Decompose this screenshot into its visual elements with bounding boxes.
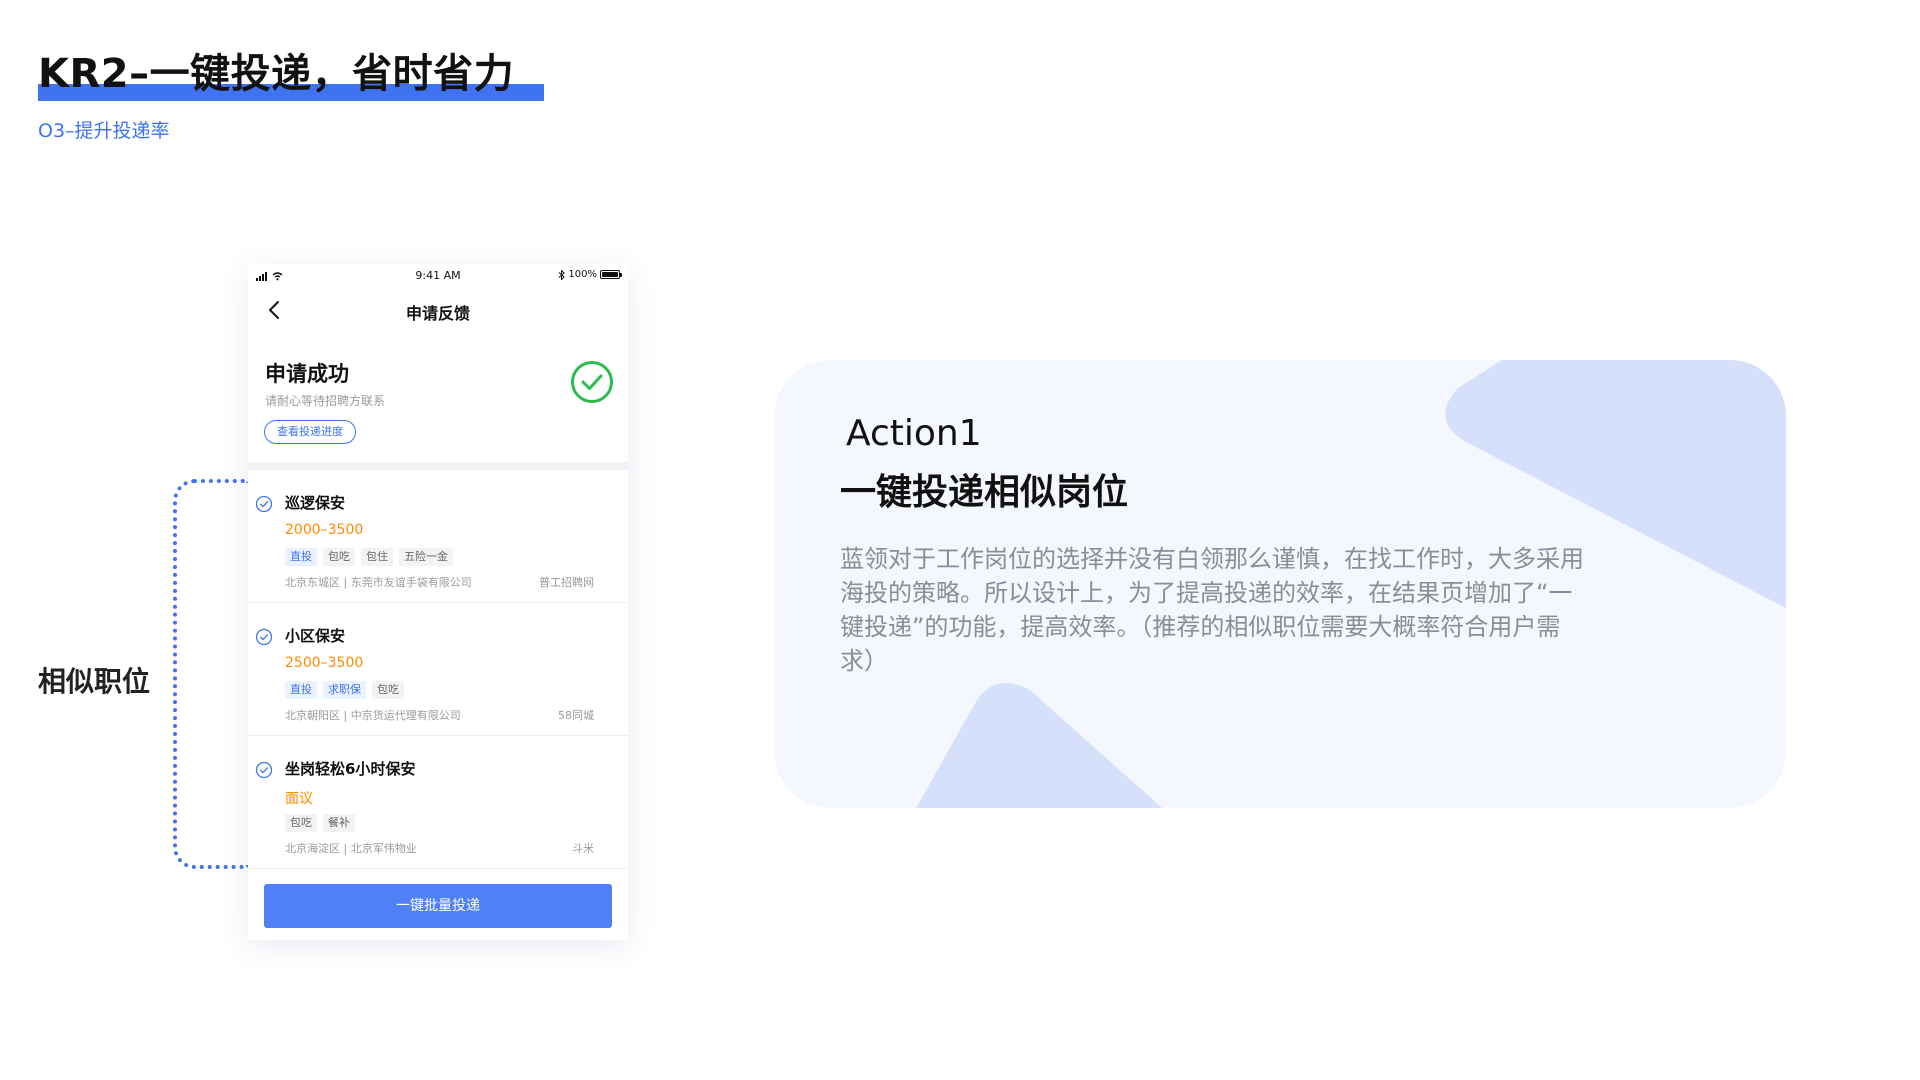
success-title: 申请成功	[265, 362, 349, 386]
job-tag: 包吃	[323, 548, 355, 566]
job-source: 斗米	[572, 842, 594, 855]
job-tag: 直投	[285, 681, 317, 699]
nav-title: 申请反馈	[405, 304, 470, 323]
job-tag: 包吃	[372, 681, 404, 699]
job-tag: 包吃	[285, 814, 317, 832]
job-list-item[interactable]: 坐岗轻松6小时保安面议包吃 餐补北京海淀区 | 北京军伟物业 斗米	[248, 736, 628, 869]
job-tags: 直投 包吃 包住 五险一金	[285, 548, 453, 566]
action-card: Action1 一键投递相似岗位 蓝领对于工作岗位的选择并没有白领那么谨慎，在找…	[774, 360, 1786, 808]
job-tags: 直投 求职保 包吃	[285, 681, 404, 699]
success-description: 请耐心等待招聘方联系	[265, 394, 386, 408]
job-checkbox-icon[interactable]	[255, 761, 273, 779]
job-checkbox-icon[interactable]	[255, 495, 273, 513]
nav-bar: 申请反馈	[248, 288, 628, 332]
action-heading: 一键投递相似岗位	[840, 472, 1129, 513]
battery-percent: 100%	[568, 269, 597, 280]
batch-apply-button[interactable]: 一键批量投递	[264, 884, 612, 928]
job-tag: 包住	[361, 548, 393, 566]
status-bar: 9:41 AM 100%	[248, 264, 628, 288]
similar-jobs-bracket	[173, 479, 248, 869]
battery-level	[602, 272, 618, 277]
similar-job-list: 巡逻保安 2000–3500 直投 包吃 包住 五险一金 北京东城区 | 东莞市友谊手袋有限…	[248, 470, 628, 869]
job-checkbox-icon[interactable]	[255, 628, 273, 646]
job-list-item[interactable]: 巡逻保安 2000–3500 直投 包吃 包住 五险一金北京东城区 | 东莞市友谊手袋有限…	[248, 470, 628, 603]
job-tags: 包吃 餐补	[285, 814, 355, 832]
job-title[interactable]: 巡逻保安	[285, 492, 345, 513]
job-salary: 2000–3500	[285, 522, 364, 538]
job-source: 58同城	[558, 709, 594, 722]
job-location-company: 北京海淀区 | 北京军伟物业	[285, 842, 417, 855]
job-tag: 直投	[285, 548, 317, 566]
job-tag: 餐补	[323, 814, 355, 832]
slide-subtitle: O3–提升投递率	[38, 120, 170, 142]
job-location-company: 北京东城区 | 东莞市友谊手袋有限公司	[285, 576, 472, 589]
action-description: 蓝领对于工作岗位的选择并没有白领那么谨慎，在找工作时，大多采用海投的策略。所以设…	[840, 545, 1584, 675]
bluetooth-icon	[559, 269, 566, 280]
view-progress-button[interactable]: 查看投递进度	[264, 420, 356, 444]
job-tag: 五险一金	[399, 548, 453, 566]
job-list-item[interactable]: 小区保安 2500–3500 直投 求职保 包吃北京朝阳区 | 中京货运代理有限公司 58…	[248, 603, 628, 736]
check-circle-icon	[571, 361, 613, 403]
section-divider	[248, 462, 628, 470]
success-block: 申请成功 请耐心等待招聘方联系 查看投递进度	[248, 332, 628, 462]
phone-mockup: 9:41 AM 100% 申请反馈 申请成功 请耐心等待招聘方联系 查看投递进度…	[248, 264, 628, 940]
battery-icon	[600, 270, 622, 279]
job-source: 普工招聘网	[539, 576, 594, 589]
status-right: 100%	[558, 269, 622, 280]
job-tag: 求职保	[323, 681, 366, 699]
slide-title: KR2–一键投递，省时省力	[38, 51, 515, 97]
job-salary: 2500–3500	[285, 655, 364, 671]
job-location-company: 北京朝阳区 | 中京货运代理有限公司	[285, 709, 461, 722]
job-title[interactable]: 坐岗轻松6小时保安	[285, 758, 415, 779]
job-salary: 面议	[285, 791, 313, 807]
action-label: Action1	[846, 413, 982, 454]
similar-jobs-label: 相似职位	[38, 665, 151, 698]
job-title[interactable]: 小区保安	[285, 625, 345, 646]
